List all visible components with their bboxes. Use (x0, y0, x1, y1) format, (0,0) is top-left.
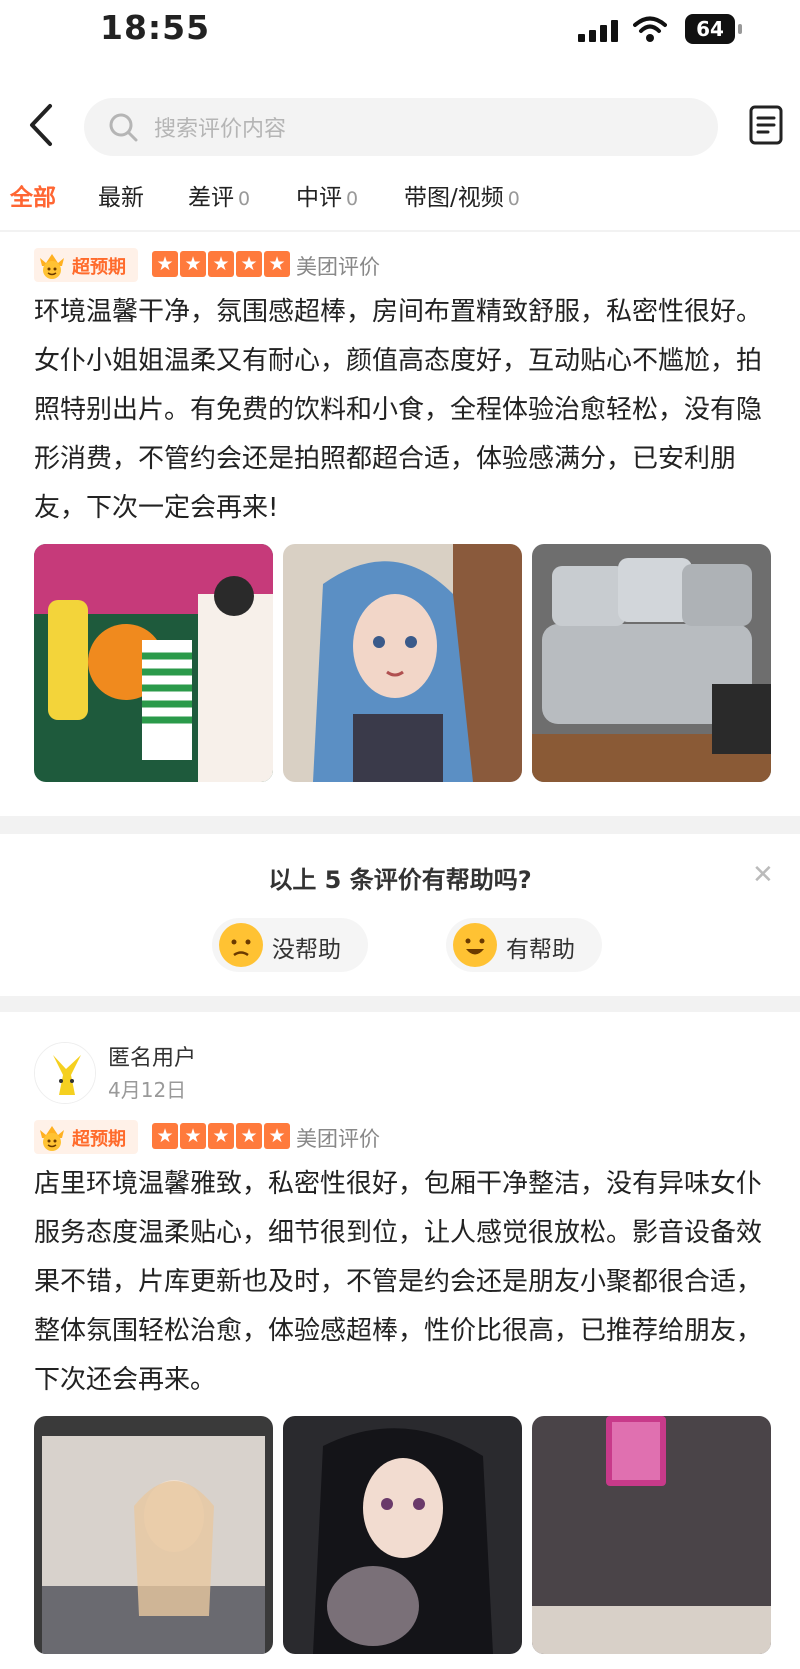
search-input[interactable]: 搜索评价内容 (84, 98, 718, 156)
star-icon: ★ (208, 1123, 234, 1149)
status-bar: 18:55 64 (0, 0, 800, 70)
exceed-badge: 超预期 (34, 1120, 138, 1154)
review-body: 环境温馨干净，氛围感超棒，房间布置精致舒服，私密性很好。女仆小姐姐温柔又有耐心，… (34, 297, 763, 523)
review-card: 超预期 ★ ★ ★ ★ ★ 美团评价 环境温馨干净，氛围感超棒，房间布置精致舒服… (0, 232, 800, 816)
review-date: 4月12日 (108, 1078, 187, 1102)
helpful-label: 有帮助 (506, 937, 575, 963)
status-time: 18:55 (100, 8, 211, 47)
helpful-button[interactable]: 有帮助 (446, 918, 602, 972)
star-icon: ★ (264, 1123, 290, 1149)
star-icon: ★ (180, 251, 206, 277)
helpful-question: 以上 5 条评价有帮助吗? (268, 866, 532, 894)
review-source: 美团评价 (296, 1127, 380, 1151)
review-photo[interactable] (283, 544, 522, 782)
close-icon[interactable]: ✕ (752, 860, 774, 890)
signal-icon (578, 20, 622, 42)
review-photo[interactable] (532, 544, 771, 782)
sad-face-icon (219, 923, 263, 967)
star-rating: ★ ★ ★ ★ ★ (152, 251, 290, 277)
star-icon: ★ (236, 1123, 262, 1149)
filter-tabs: 全部 最新 差评 0 中评 0 带图/视频 0 (0, 178, 800, 222)
avatar[interactable] (34, 1042, 96, 1104)
tab-negative[interactable]: 差评 0 (188, 178, 250, 212)
nav-bar: 搜索评价内容 全部 最新 差评 0 中评 0 带图/视频 0 (0, 70, 800, 230)
tab-neutral[interactable]: 中评 0 (296, 178, 358, 212)
review-photo[interactable] (283, 1416, 522, 1654)
happy-face-icon (453, 923, 497, 967)
battery-indicator: 64 (685, 14, 742, 44)
user-name: 匿名用户 (108, 1046, 197, 1071)
list-menu-icon[interactable] (748, 104, 784, 146)
search-icon (109, 113, 138, 142)
star-rating: ★ ★ ★ ★ ★ (152, 1123, 290, 1149)
helpful-prompt: 以上 5 条评价有帮助吗? ✕ 没帮助 有帮助 (0, 834, 800, 996)
exceed-badge: 超预期 (34, 248, 138, 282)
tab-latest[interactable]: 最新 (98, 178, 144, 212)
star-icon: ★ (236, 251, 262, 277)
review-photo[interactable] (532, 1416, 771, 1654)
search-placeholder: 搜索评价内容 (154, 117, 287, 142)
review-photo[interactable] (34, 544, 273, 782)
star-icon: ★ (264, 251, 290, 277)
badge-label: 超预期 (72, 257, 126, 278)
crown-face-icon (40, 254, 64, 279)
badge-label: 超预期 (72, 1129, 126, 1150)
review-body: 店里环境温馨雅致，私密性很好，包厢干净整洁，没有异味女仆服务态度温柔贴心，细节很… (34, 1169, 763, 1395)
user-avatar-icon (35, 1043, 95, 1103)
tab-all[interactable]: 全部 (10, 178, 56, 212)
back-icon[interactable] (22, 100, 62, 150)
crown-face-icon (40, 1126, 64, 1151)
star-icon: ★ (208, 251, 234, 277)
star-icon: ★ (180, 1123, 206, 1149)
tab-with-media[interactable]: 带图/视频 0 (404, 178, 520, 212)
star-icon: ★ (152, 251, 178, 277)
not-helpful-button[interactable]: 没帮助 (212, 918, 368, 972)
review-photo[interactable] (34, 1416, 273, 1654)
wifi-icon (633, 16, 667, 42)
review-source: 美团评价 (296, 255, 380, 279)
star-icon: ★ (152, 1123, 178, 1149)
not-helpful-label: 没帮助 (272, 937, 341, 963)
review-card: 匿名用户 4月12日 超预期 ★ ★ ★ ★ ★ 美团评价 店里环境温馨雅致，私… (0, 1012, 800, 1669)
